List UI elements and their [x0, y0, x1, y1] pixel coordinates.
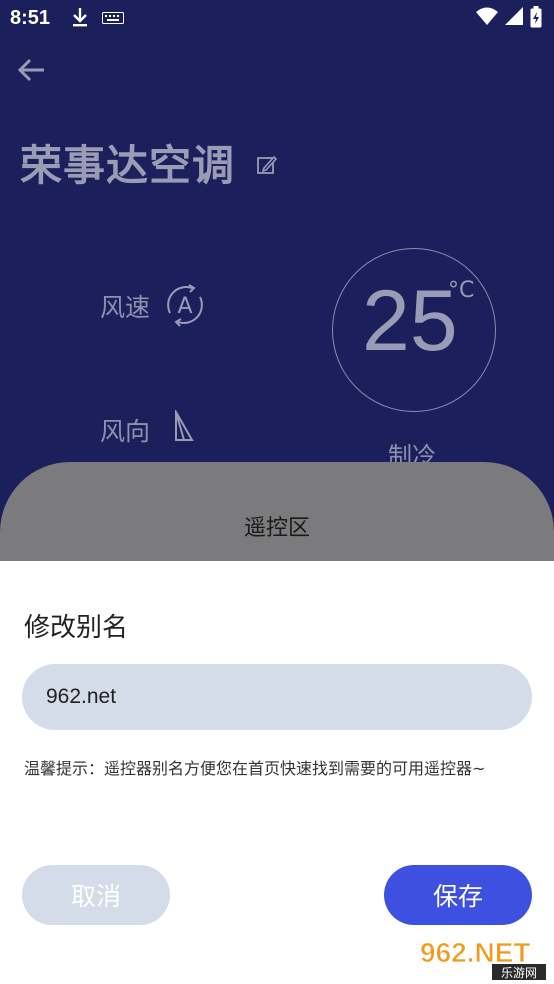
battery-icon	[530, 6, 542, 33]
cancel-button[interactable]: 取消	[22, 865, 170, 925]
watermark-sub: 乐游网	[501, 966, 537, 980]
alias-input[interactable]	[22, 664, 532, 730]
watermark-logo: 962.NET 乐游网	[414, 934, 548, 984]
device-title: 荣事达空调	[20, 141, 236, 190]
rename-dialog: 修改别名 温馨提示：遥控器别名方便您在首页快速找到需要的可用遥控器~ 取消 保存	[0, 561, 554, 984]
wifi-icon	[476, 6, 498, 33]
edit-icon[interactable]	[256, 154, 278, 180]
arrow-left-icon	[16, 58, 48, 88]
fan-auto-icon[interactable]: A	[162, 283, 208, 331]
temperature-unit: °C	[448, 278, 475, 303]
watermark-brand: 962.NET	[420, 937, 531, 968]
wind-direction-label: 风向	[100, 417, 151, 446]
wind-direction-icon[interactable]	[172, 408, 194, 446]
remote-panel-title: 遥控区	[243, 516, 310, 541]
signal-icon	[504, 6, 524, 33]
dialog-title: 修改别名	[24, 613, 129, 643]
fan-auto-letter: A	[177, 294, 192, 319]
hint-text: 温馨提示：遥控器别名方便您在首页快速找到需要的可用遥控器~	[24, 759, 486, 778]
save-button[interactable]: 保存	[384, 865, 532, 925]
status-bar: 8:51	[0, 0, 554, 36]
wind-speed-label: 风速	[100, 293, 151, 322]
download-icon	[70, 6, 90, 33]
keyboard-icon	[102, 11, 124, 29]
temperature-value: 25	[362, 273, 458, 369]
status-time: 8:51	[10, 7, 51, 29]
back-button[interactable]	[16, 56, 52, 88]
